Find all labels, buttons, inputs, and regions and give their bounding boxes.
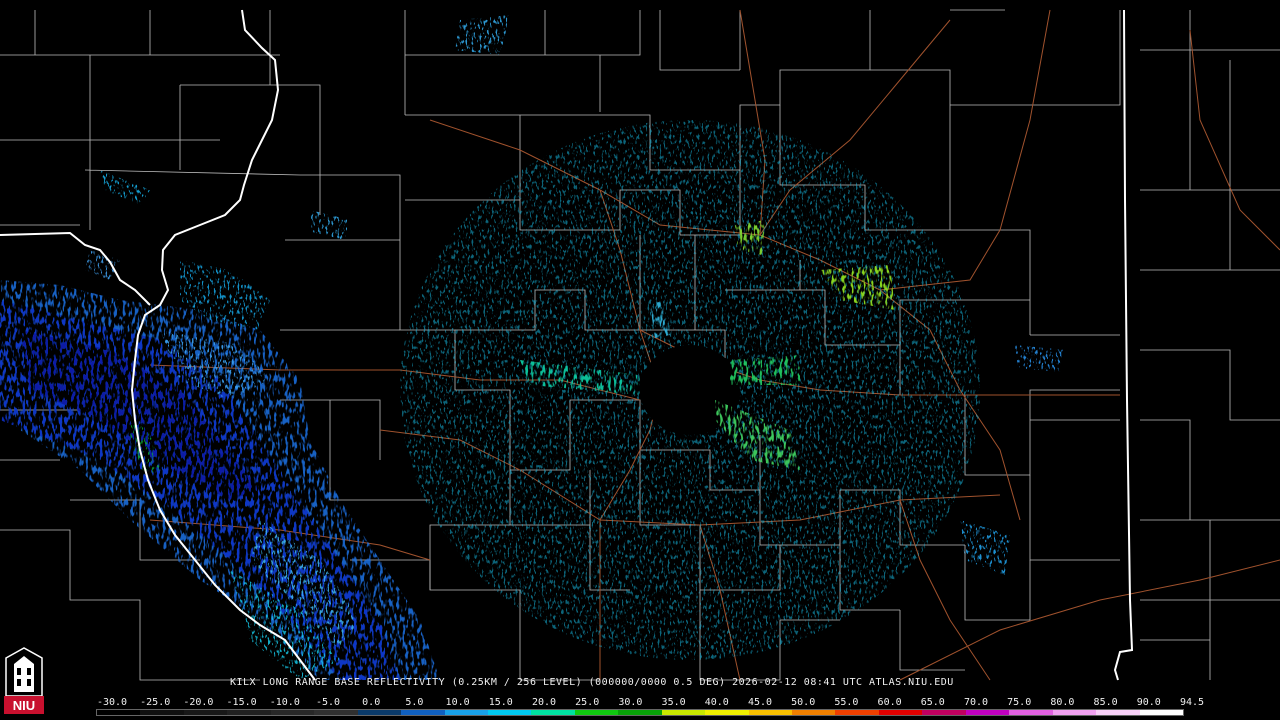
radar-clutter xyxy=(310,15,1065,660)
colorscale-swatch xyxy=(140,710,184,715)
colorscale-swatch xyxy=(748,710,792,715)
colorscale-swatch xyxy=(227,710,271,715)
colorscale-label: 20.0 xyxy=(531,697,557,708)
colorscale-label: -25.0 xyxy=(140,697,171,708)
colorscale-swatch xyxy=(183,710,228,715)
colorscale-swatch xyxy=(444,710,488,715)
colorscale-swatch xyxy=(705,710,749,715)
precipitation-band xyxy=(0,170,440,680)
colorscale-swatch xyxy=(1009,710,1053,715)
colorscale-swatch xyxy=(487,710,532,715)
colorscale-swatch xyxy=(531,710,575,715)
colorscale-label: 5.0 xyxy=(405,697,424,708)
colorscale-label: -30.0 xyxy=(96,697,128,708)
colorscale-swatch xyxy=(661,710,706,715)
colorscale-label: 0.0 xyxy=(362,697,381,708)
colorscale-label: 90.0 xyxy=(1136,697,1161,708)
colorscale-swatch xyxy=(1096,710,1140,715)
colorscale-swatch xyxy=(878,710,923,715)
colorscale-label: 35.0 xyxy=(661,697,686,708)
colorscale-label: 10.0 xyxy=(445,697,470,708)
colorscale-label: 55.0 xyxy=(834,697,859,708)
colorscale-bar xyxy=(96,709,1184,716)
colorscale-swatch xyxy=(922,710,966,715)
colorscale-label: 45.0 xyxy=(747,697,773,708)
colorscale-label: 15.0 xyxy=(488,697,513,708)
colorscale-label: 30.0 xyxy=(618,697,643,708)
logo-label: NIU xyxy=(13,698,35,713)
colorscale-label: 94.5 xyxy=(1179,697,1205,708)
colorscale-swatch xyxy=(835,710,879,715)
colorscale-swatch xyxy=(574,710,619,715)
colorscale-label: 60.0 xyxy=(877,697,902,708)
colorscale-swatch xyxy=(1139,710,1183,715)
colorscale-label: 85.0 xyxy=(1093,697,1118,708)
colorscale-swatch xyxy=(97,710,141,715)
colorscale-label: 50.0 xyxy=(791,697,816,708)
colorscale-labels: -30.0 -25.0 -20.0 -15.0 -10.0 -5.0 0.0 5.0 10.0 1… xyxy=(94,697,1204,709)
colorscale-swatch xyxy=(314,710,358,715)
colorscale-label: 80.0 xyxy=(1050,697,1075,708)
colorscale-label: 70.0 xyxy=(963,697,989,708)
colorscale-label: 65.0 xyxy=(920,697,945,708)
colorscale-label: 75.0 xyxy=(1007,697,1032,708)
product-caption: KILX LONG RANGE BASE REFLECTIVITY (0.25K… xyxy=(230,677,954,688)
colorscale-label: -5.0 xyxy=(315,697,341,708)
colorscale-swatch xyxy=(270,710,315,715)
colorscale-label: 40.0 xyxy=(704,697,729,708)
colorscale-swatch xyxy=(618,710,662,715)
colorscale-swatch xyxy=(792,710,836,715)
colorscale-label: 25.0 xyxy=(575,697,600,708)
colorscale-swatch xyxy=(357,710,402,715)
colorscale-label: -15.0 xyxy=(226,697,257,708)
radar-map xyxy=(0,9,1280,681)
colorscale-swatch xyxy=(1052,710,1097,715)
colorscale-label: -20.0 xyxy=(183,697,214,708)
colorscale-swatch xyxy=(965,710,1010,715)
colorscale-swatch xyxy=(401,710,445,715)
colorscale-label: -10.0 xyxy=(269,697,300,708)
university-tower-icon: NIU xyxy=(4,647,44,714)
